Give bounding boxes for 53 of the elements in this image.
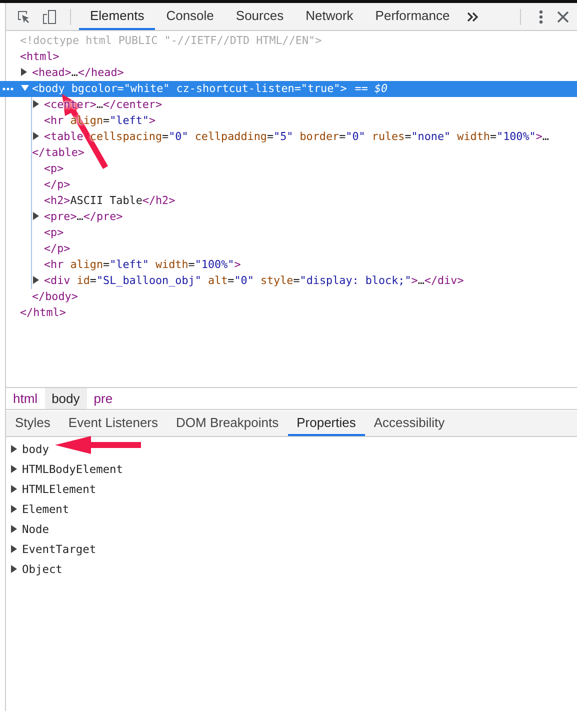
collapsed-triangle-icon[interactable] — [11, 445, 17, 453]
dom-node-code: <head>…</head> — [32, 66, 124, 79]
collapsed-triangle-icon[interactable] — [11, 465, 17, 473]
dom-node-code: <h2>ASCII Table</h2> — [44, 194, 176, 207]
selected-node-reference: == $0 — [354, 82, 388, 95]
collapsed-triangle-icon[interactable] — [11, 545, 17, 553]
more-options-icon[interactable] — [539, 10, 543, 24]
panel-tab[interactable]: Console — [155, 3, 225, 30]
dom-node-code: <body bgcolor="white" cz-shortcut-listen="true"> — [32, 82, 347, 95]
property-name[interactable]: EventTarget — [22, 543, 96, 556]
dom-node-code: <pre>…</pre> — [44, 210, 123, 223]
dom-node-code: </p> — [44, 242, 70, 255]
more-tabs-icon[interactable] — [466, 12, 479, 22]
sidebar-tab[interactable]: Event Listeners — [59, 411, 168, 436]
panel-tab[interactable]: Elements — [79, 3, 156, 30]
sidebar-tab[interactable]: Styles — [6, 411, 60, 436]
dom-node-code: </table> — [32, 146, 84, 159]
expanded-triangle-icon[interactable] — [21, 85, 29, 91]
dom-node-code: <div id="SL_balloon_obj" alt="0" style="display: block;">…</div> — [44, 274, 464, 287]
sidebar-tab[interactable]: Accessibility — [364, 411, 454, 436]
collapsed-triangle-icon[interactable] — [11, 525, 17, 533]
sidebar-tab[interactable]: Properties — [288, 411, 365, 436]
dom-node-code: <table cellspacing="0" cellpadding="5" border="0" rules="none" width="100%">… — [44, 130, 549, 143]
close-icon[interactable] — [557, 10, 569, 22]
collapsed-triangle-icon[interactable] — [11, 485, 17, 493]
property-name[interactable]: HTMLBodyElement — [22, 463, 124, 476]
collapsed-triangle-icon[interactable] — [11, 565, 17, 573]
selected-row[interactable]: <body bgcolor="white" cz-shortcut-listen="true"> == $0 — [0, 81, 577, 97]
more-icon[interactable] — [2, 87, 14, 91]
dom-node-code: </body> — [32, 290, 78, 303]
breadcrumb[interactable]: body — [44, 388, 87, 409]
property-name[interactable]: body — [22, 443, 49, 456]
property-name[interactable]: Node — [22, 523, 49, 536]
collapsed-triangle-icon[interactable] — [11, 505, 17, 513]
dom-node-code: <p> — [44, 162, 64, 175]
dom-node-code: </p> — [44, 178, 70, 191]
dom-node-code: <hr align="left" width="100%"> — [44, 258, 241, 271]
dom-node-code: <p> — [44, 226, 64, 239]
sidebar-tab[interactable]: DOM Breakpoints — [167, 411, 288, 436]
panel-tab[interactable]: Performance — [364, 3, 461, 30]
inspect-icon[interactable] — [16, 8, 32, 24]
dom-node-code: <html> — [20, 50, 60, 63]
panel-tab[interactable]: Sources — [224, 3, 295, 30]
device-icon[interactable] — [42, 8, 58, 24]
collapsed-triangle-icon[interactable] — [33, 276, 39, 284]
property-name[interactable]: Object — [22, 563, 62, 576]
property-name[interactable]: HTMLElement — [22, 483, 96, 496]
property-name[interactable]: Element — [22, 503, 70, 516]
dom-node-code: </html> — [20, 306, 66, 319]
dom-node-code: <!doctype html PUBLIC "-//IETF//DTD HTML//EN"> — [20, 34, 322, 47]
panel-tab[interactable]: Network — [294, 3, 364, 30]
breadcrumb[interactable]: html — [6, 388, 45, 409]
breadcrumb[interactable]: pre — [86, 388, 120, 409]
